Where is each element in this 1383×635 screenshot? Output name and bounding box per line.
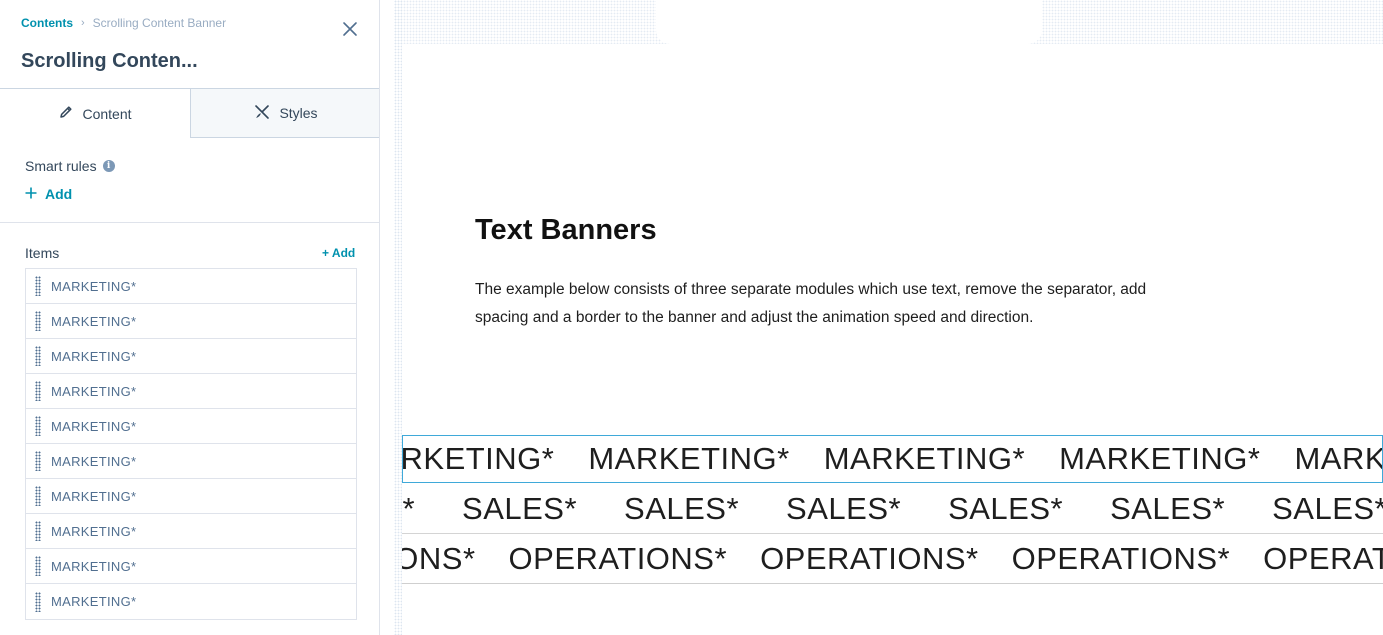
banner-word: SALES* <box>1110 491 1226 526</box>
item-label: MARKETING* <box>51 313 137 329</box>
add-smart-rule-button[interactable]: Add <box>25 186 72 202</box>
banner-word: SALES* <box>786 491 902 526</box>
page-preview: Text Banners The example below consists … <box>394 0 1383 635</box>
item-label: MARKETING* <box>51 278 137 294</box>
list-item[interactable]: MARKETING* <box>26 584 356 619</box>
drag-handle-icon[interactable] <box>35 276 41 296</box>
banner-track: MARKETING* MARKETING* MARKETING* MARKETI… <box>402 436 1382 482</box>
preview-top-frame <box>394 0 1383 44</box>
item-label: MARKETING* <box>51 594 137 609</box>
drag-handle-icon[interactable] <box>35 556 41 576</box>
breadcrumb: Contents › Scrolling Content Banner <box>21 16 226 30</box>
banner-word: OPERATIONS* <box>402 540 476 576</box>
list-item[interactable]: MARKETING* <box>26 514 356 549</box>
drag-handle-icon[interactable] <box>35 591 41 612</box>
pencil-icon <box>58 104 74 123</box>
smart-rules-label: Smart rules i <box>25 158 115 174</box>
list-item[interactable]: MARKETING* <box>26 304 356 339</box>
editor-sidebar: Contents › Scrolling Content Banner Scro… <box>0 0 380 635</box>
add-smart-rule-label: Add <box>45 186 73 202</box>
preview-left-frame <box>394 0 402 635</box>
banner-word: OPERATIONS* <box>508 540 728 576</box>
banner-word: MARKETING* <box>402 441 555 476</box>
item-label: MARKETING* <box>51 453 137 469</box>
items-label: Items <box>25 245 60 261</box>
item-label: MARKETING* <box>51 418 137 434</box>
item-label: MARKETING* <box>51 558 137 574</box>
tab-content[interactable]: Content <box>0 89 191 138</box>
banner-word: MARKETING* <box>1059 441 1261 476</box>
smart-rules-text: Smart rules <box>25 158 97 174</box>
drag-handle-icon[interactable] <box>35 416 41 436</box>
banner-word: OPERATIONS* <box>760 540 979 576</box>
section-title: Text Banners <box>475 214 657 246</box>
drag-handle-icon[interactable] <box>35 451 41 471</box>
section-description: The example below consists of three sepa… <box>475 281 1147 326</box>
tab-content-label: Content <box>82 105 132 122</box>
list-item[interactable]: MARKETING* <box>26 409 356 444</box>
info-icon[interactable]: i <box>102 160 115 172</box>
items-list: MARKETING* MARKETING* MARKETING* MARKETI… <box>25 268 357 620</box>
section-divider <box>0 222 379 223</box>
item-label: MARKETING* <box>51 488 137 504</box>
list-item[interactable]: MARKETING* <box>26 374 356 409</box>
list-item[interactable]: MARKETING* <box>26 339 356 374</box>
drag-handle-icon[interactable] <box>35 311 41 331</box>
breadcrumb-contents-link[interactable]: Contents <box>21 16 73 30</box>
banner-word: SALES* <box>402 491 416 526</box>
breadcrumb-current: Scrolling Content Banner <box>92 16 227 30</box>
paintbrush-icon <box>253 103 271 124</box>
drag-handle-icon[interactable] <box>35 521 41 541</box>
drag-handle-icon[interactable] <box>35 486 41 506</box>
tab-styles-label: Styles <box>279 105 318 121</box>
item-label: MARKETING* <box>51 383 137 399</box>
item-label: MARKETING* <box>51 523 137 539</box>
list-item[interactable]: MARKETING* <box>26 549 356 584</box>
banner-track: OPERATIONS* OPERATIONS* OPERATIONS* OPER… <box>402 534 1383 583</box>
plus-icon <box>25 186 37 202</box>
banner-word: MARKETING* <box>823 441 1026 476</box>
banner-word: SALES* <box>462 491 578 526</box>
banner-word: SALES* <box>624 491 740 526</box>
tab-styles[interactable]: Styles <box>191 89 379 138</box>
list-item[interactable]: MARKETING* <box>26 269 356 304</box>
banner-word: OPERATIONS* <box>1011 540 1231 576</box>
preview-frame-notch <box>656 0 1042 44</box>
banner-word: SALES* <box>1272 491 1383 526</box>
drag-handle-icon[interactable] <box>35 381 41 401</box>
item-label: MARKETING* <box>51 348 137 364</box>
banner-word: MARKETING* <box>588 441 790 476</box>
sales-banner[interactable]: SALES* SALES* SALES* SALES* SALES* SALES… <box>402 485 1383 534</box>
drag-handle-icon[interactable] <box>35 346 41 366</box>
banner-word: SALES* <box>948 491 1064 526</box>
add-item-button[interactable]: + Add <box>322 246 355 260</box>
panel-resize-gutter[interactable] <box>381 0 394 635</box>
panel-title: Scrolling Conten... <box>21 50 198 72</box>
banner-word: OPERATIONS* <box>1263 540 1383 576</box>
tab-bar: Content Styles <box>0 88 379 138</box>
banner-word: MARKETING* <box>1294 441 1382 476</box>
list-item[interactable]: MARKETING* <box>26 444 356 479</box>
marketing-banner[interactable]: MARKETING* MARKETING* MARKETING* MARKETI… <box>402 435 1383 483</box>
operations-banner[interactable]: OPERATIONS* OPERATIONS* OPERATIONS* OPER… <box>402 534 1383 584</box>
list-item[interactable]: MARKETING* <box>26 479 356 514</box>
banner-track: SALES* SALES* SALES* SALES* SALES* SALES… <box>402 485 1383 533</box>
close-icon[interactable] <box>340 19 360 39</box>
breadcrumb-separator: › <box>81 17 85 29</box>
